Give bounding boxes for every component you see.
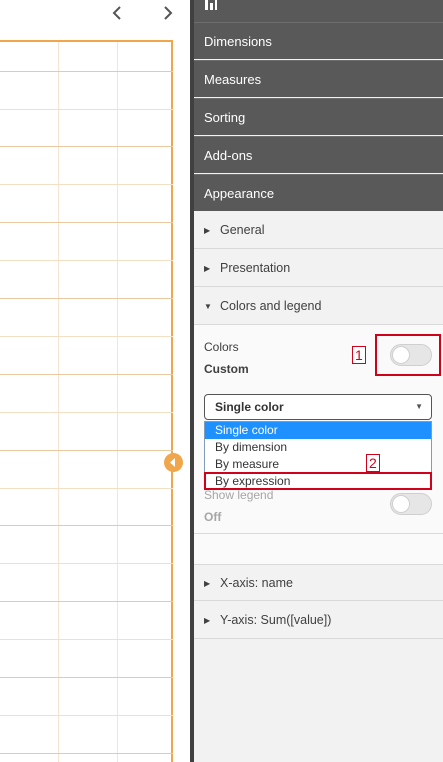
grid-line (0, 146, 173, 147)
item-general-label: General (220, 223, 265, 237)
annotation-number-2: 2 (366, 454, 380, 472)
color-mode-selected: Single color (215, 400, 284, 414)
panel-header (194, 0, 443, 22)
show-legend-toggle[interactable] (390, 493, 432, 515)
section-measures[interactable]: Measures (194, 60, 443, 97)
annotation-box-2 (204, 472, 432, 490)
grid-line (58, 42, 59, 762)
grid-line (0, 336, 173, 337)
bar-chart-icon (205, 0, 217, 10)
grid-line (0, 71, 173, 72)
section-add-ons[interactable]: Add-ons (194, 136, 443, 173)
item-presentation-label: Presentation (220, 261, 291, 275)
collapse-triangle-icon: ▼ (204, 302, 212, 311)
caret-left-icon[interactable] (164, 453, 183, 472)
chevron-down-icon: ▼ (415, 402, 423, 411)
grid-line (0, 412, 173, 413)
colors-label: Colors (204, 340, 239, 354)
colors-mode-value: Custom (204, 362, 249, 376)
grid-line (0, 298, 173, 299)
section-sorting[interactable]: Sorting (194, 98, 443, 135)
item-general[interactable]: ▶ General (194, 212, 443, 249)
show-legend-value: Off (204, 510, 222, 524)
grid-line (0, 184, 173, 185)
item-colors-and-legend-label: Colors and legend (220, 299, 322, 313)
grid-line (0, 639, 173, 640)
grid-line (0, 525, 173, 526)
grid-line (117, 42, 118, 762)
grid-line (0, 222, 173, 223)
panel-empty-area (194, 640, 443, 762)
item-x-axis-label: X-axis: name (220, 576, 293, 590)
section-appearance[interactable]: Appearance (194, 174, 443, 211)
show-legend-label: Show legend (204, 488, 274, 502)
divider-line (194, 533, 443, 534)
grid-line (0, 450, 173, 451)
chevron-left-icon[interactable] (109, 4, 127, 22)
expand-triangle-icon: ▶ (204, 616, 211, 625)
toggle-knob (392, 495, 410, 513)
item-presentation[interactable]: ▶ Presentation (194, 250, 443, 287)
grid-line (0, 374, 173, 375)
grid-line (0, 109, 173, 110)
grid-line (0, 563, 173, 564)
expand-triangle-icon: ▶ (204, 226, 211, 235)
expand-triangle-icon: ▶ (204, 579, 211, 588)
option-by-dimension[interactable]: By dimension (205, 439, 431, 456)
chevron-right-icon[interactable] (158, 4, 176, 22)
item-y-axis-label: Y-axis: Sum([value]) (220, 613, 332, 627)
grid-line (0, 677, 173, 678)
annotation-number-1: 1 (352, 346, 366, 364)
grid-line (0, 601, 173, 602)
chart-canvas (0, 0, 190, 762)
color-mode-select[interactable]: Single color ▼ (204, 394, 432, 420)
item-x-axis[interactable]: ▶ X-axis: name (194, 564, 443, 601)
properties-panel: Dimensions Measures Sorting Add-ons Appe… (194, 0, 443, 762)
item-y-axis[interactable]: ▶ Y-axis: Sum([value]) (194, 602, 443, 639)
annotation-box-1 (375, 334, 441, 376)
grid-line (0, 753, 173, 754)
expand-triangle-icon: ▶ (204, 264, 211, 273)
section-dimensions[interactable]: Dimensions (194, 22, 443, 59)
grid-line (0, 715, 173, 716)
grid-line (0, 488, 173, 489)
item-colors-and-legend[interactable]: ▼ Colors and legend (194, 288, 443, 325)
grid-line (0, 260, 173, 261)
option-single-color[interactable]: Single color (205, 422, 431, 439)
chart-frame (0, 40, 173, 762)
option-by-measure[interactable]: By measure (205, 456, 431, 473)
